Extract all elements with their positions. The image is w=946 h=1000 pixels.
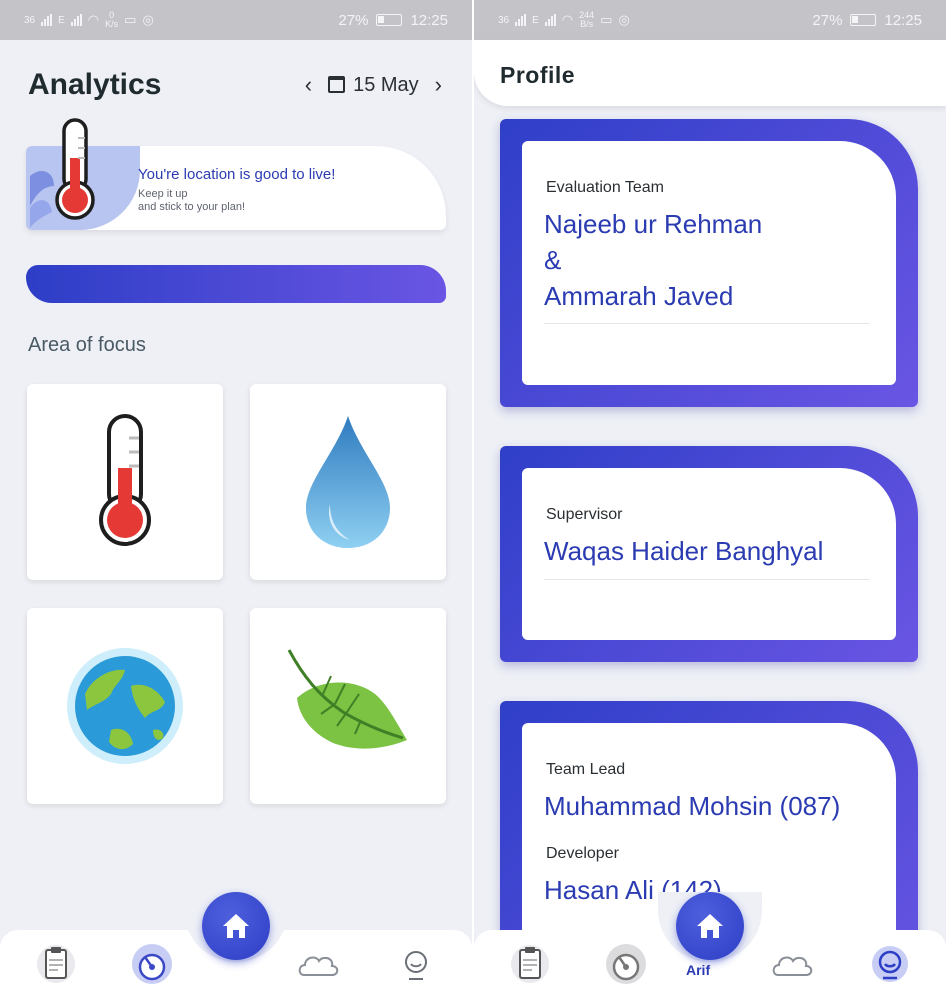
card-body: Supervisor Waqas Haider Banghyal — [522, 468, 896, 640]
member-name: Najeeb ur Rehman — [544, 209, 763, 239]
cloud-icon — [298, 956, 339, 976]
name-separator: & — [544, 245, 562, 275]
clock: 12:25 — [410, 11, 448, 29]
battery-icon — [376, 14, 403, 26]
earth-globe-icon — [67, 648, 183, 764]
home-icon — [223, 914, 249, 938]
leaf-icon — [287, 649, 407, 749]
nav-item-weather[interactable] — [296, 942, 340, 986]
nav-item-analytics[interactable] — [604, 942, 648, 986]
instagram-icon: ◎ — [618, 12, 630, 27]
banner-headline: You're location is good to live! — [138, 166, 336, 183]
progress-bar — [26, 265, 446, 303]
battery-percent: 27% — [812, 11, 843, 29]
carrier-label: 36 — [24, 14, 36, 26]
section-title: Area of focus — [28, 334, 146, 356]
signal-icon — [70, 14, 82, 26]
page-title: Analytics — [28, 68, 162, 101]
member-name: Ammarah Javed — [544, 281, 734, 311]
chevron-left-icon[interactable]: ‹ — [305, 72, 312, 98]
wifi-icon: ◠ — [561, 12, 574, 27]
water-tile[interactable] — [250, 384, 446, 580]
laptop-icon: ▭ — [124, 12, 137, 27]
nav-item-reports[interactable] — [34, 942, 78, 986]
divider — [544, 323, 870, 324]
nav-item-weather[interactable] — [770, 942, 814, 986]
thermometer-icon — [99, 414, 151, 546]
thermometer-icon — [55, 118, 95, 220]
clipboard-icon — [37, 945, 75, 983]
card-label: Evaluation Team — [546, 179, 664, 196]
earth-tile[interactable] — [27, 608, 223, 804]
chevron-right-icon[interactable]: › — [435, 72, 442, 98]
home-icon — [697, 914, 723, 938]
carrier-label: E — [532, 14, 539, 26]
wifi-icon: ◠ — [87, 12, 100, 27]
calendar-icon — [328, 75, 346, 93]
date-display[interactable]: 15 May — [328, 74, 419, 97]
nature-tile[interactable] — [250, 608, 446, 804]
card-label: Developer — [546, 845, 619, 862]
signal-icon — [544, 14, 556, 26]
temperature-tile[interactable] — [27, 384, 223, 580]
status-bar: 36 E ◠ 0 K/s ▭ ◎ 27% 12:25 — [0, 0, 472, 40]
status-bar: 36 E ◠ 244 B/s ▭ ◎ 27% 12:25 — [474, 0, 946, 40]
member-name: Muhammad Mohsin (087) — [544, 791, 841, 821]
carrier-label: 36 — [498, 14, 510, 26]
evaluation-team-card: Evaluation Team Najeeb ur Rehman & Ammar… — [500, 119, 918, 407]
user-icon — [872, 946, 908, 982]
partial-text: Arif — [686, 962, 711, 978]
carrier-label: E — [58, 14, 65, 26]
laptop-icon: ▭ — [600, 12, 613, 27]
home-button[interactable] — [676, 892, 744, 960]
card-label: Supervisor — [546, 506, 623, 523]
instagram-icon: ◎ — [142, 12, 154, 27]
supervisor-card: Supervisor Waqas Haider Banghyal — [500, 446, 918, 662]
date-navigator: ‹ 15 May › — [305, 72, 442, 98]
nav-item-reports[interactable] — [508, 942, 552, 986]
page-title: Profile — [500, 62, 576, 88]
net-speed: 0 K/s — [105, 10, 119, 29]
nav-item-analytics[interactable] — [130, 942, 174, 986]
clock: 12:25 — [884, 11, 922, 29]
user-icon — [405, 951, 427, 980]
clipboard-icon — [511, 945, 549, 983]
banner-subtext: and stick to your plan! — [138, 201, 246, 213]
banner-subtext: Keep it up — [138, 188, 188, 200]
profile-screen: 36 E ◠ 244 B/s ▭ ◎ 27% 12:25 Profile Eval… — [474, 0, 946, 1000]
nav-item-profile[interactable] — [868, 942, 912, 986]
card-label: Team Lead — [546, 761, 626, 778]
divider — [544, 579, 870, 580]
nav-item-profile[interactable] — [394, 942, 438, 986]
analytics-screen: 36 E ◠ 0 K/s ▭ ◎ 27% 12:25 Analytics ‹ 15… — [0, 0, 472, 1000]
card-body: Evaluation Team Najeeb ur Rehman & Ammar… — [522, 141, 896, 385]
date-label: 15 May — [353, 73, 419, 96]
gauge-icon — [132, 944, 172, 984]
home-button[interactable] — [202, 892, 270, 960]
water-drop-icon — [306, 416, 390, 548]
profile-header: Profile — [474, 40, 946, 106]
cloud-icon — [772, 956, 813, 976]
member-name: Waqas Haider Banghyal — [544, 536, 824, 566]
signal-icon — [41, 14, 53, 26]
battery-icon — [850, 14, 877, 26]
battery-percent: 27% — [338, 11, 369, 29]
gauge-icon — [606, 944, 646, 984]
signal-icon — [515, 14, 527, 26]
net-speed: 244 B/s — [579, 10, 595, 29]
